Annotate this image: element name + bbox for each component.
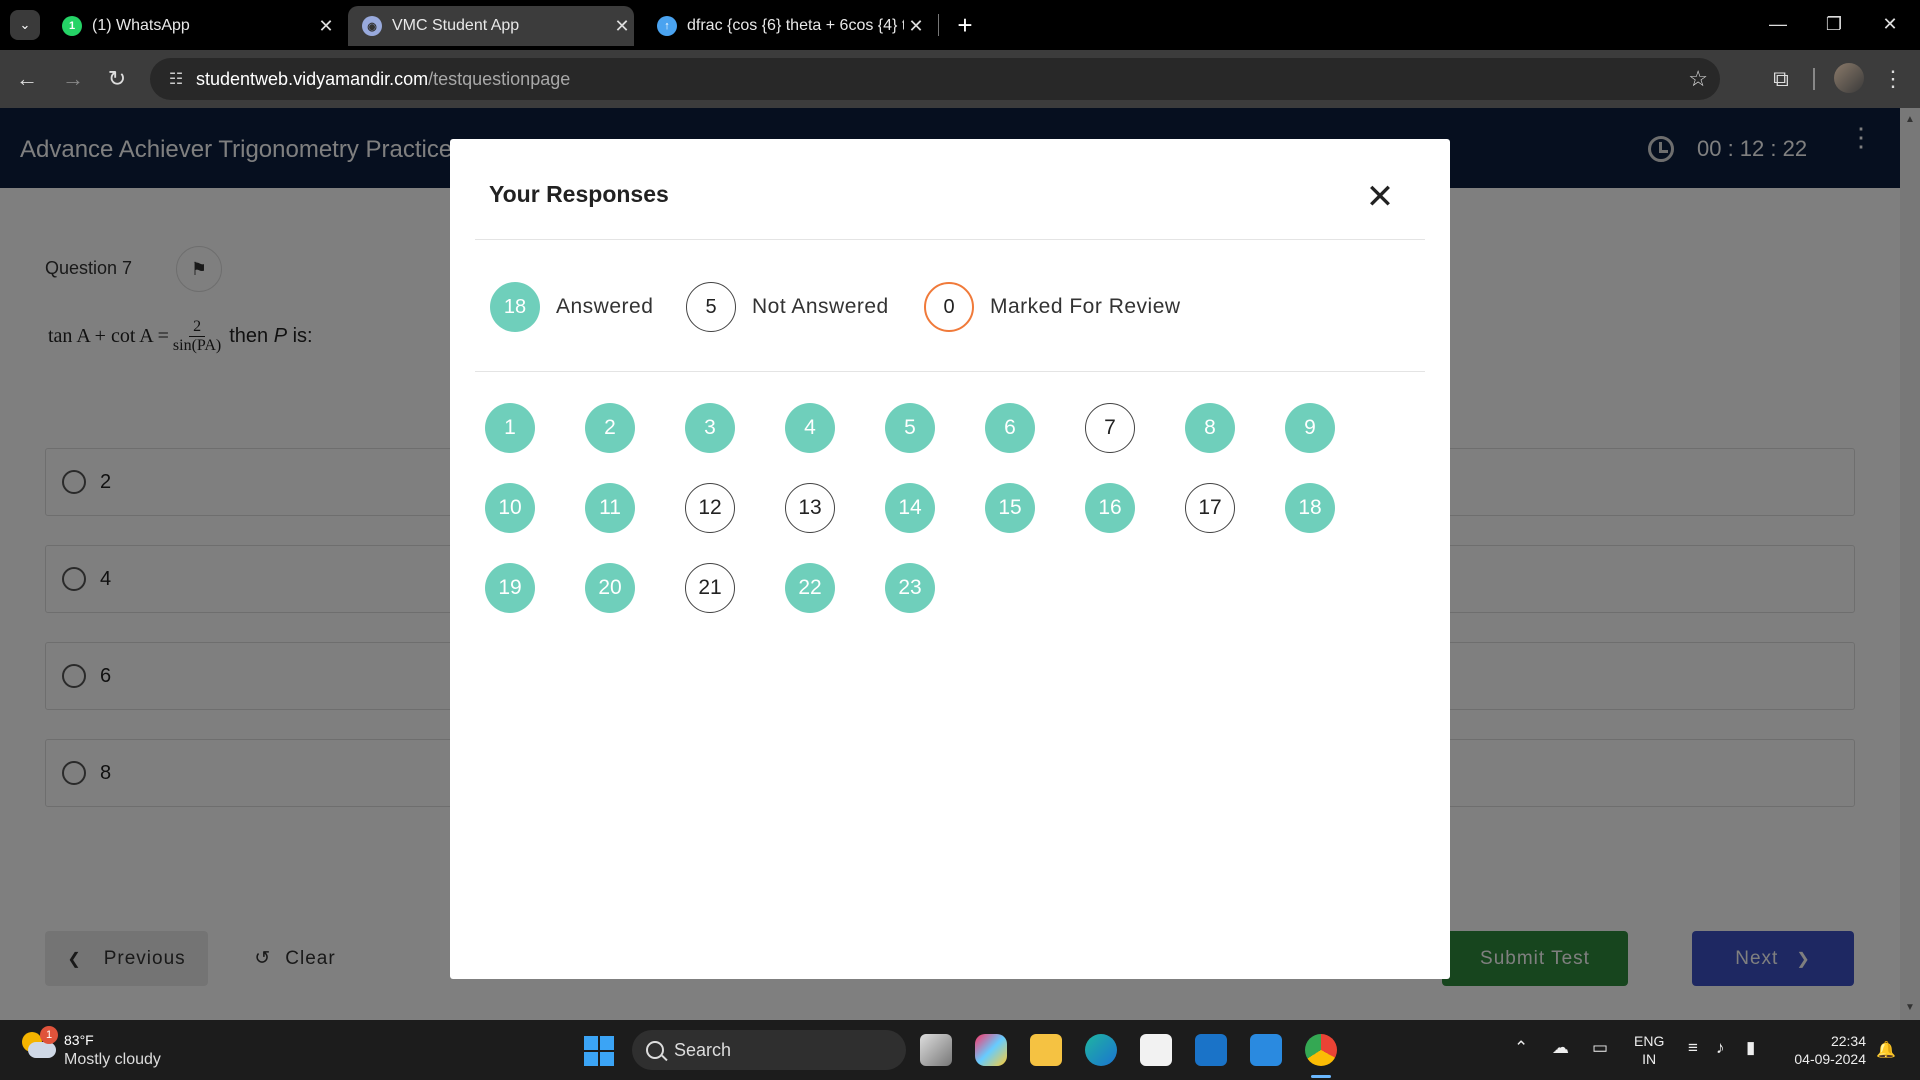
onedrive-icon[interactable]: ☁ (1552, 1038, 1569, 1058)
question-palette-button[interactable]: 16 (1085, 483, 1135, 533)
address-bar[interactable]: ☷ studentweb.vidyamandir.com/testquestio… (150, 58, 1720, 100)
reload-icon[interactable]: ↻ (100, 62, 134, 96)
battery-icon[interactable]: ▮ (1746, 1038, 1755, 1058)
toolbar-divider (1813, 68, 1815, 90)
tab-dfrac[interactable]: ↑ dfrac {cos {6} theta + 6cos {4} th ✕ (643, 6, 928, 46)
tab-title: (1) WhatsApp (92, 17, 190, 34)
modal-title: Your Responses (489, 181, 669, 207)
outlook-icon[interactable] (1195, 1034, 1227, 1066)
chrome-icon[interactable] (1305, 1034, 1337, 1078)
minimize-icon[interactable]: — (1756, 8, 1800, 40)
browser-tab-bar: ⌄ 1 (1) WhatsApp ✕ ◉ VMC Student App ✕ ↑… (0, 0, 1920, 50)
divider (475, 371, 1425, 372)
review-label: Marked For Review (990, 295, 1181, 318)
restore-icon[interactable]: ❐ (1812, 8, 1856, 40)
legend-marked-for-review: 0 Marked For Review (924, 282, 1181, 332)
question-palette-button[interactable]: 22 (785, 563, 835, 613)
question-palette-button[interactable]: 21 (685, 563, 735, 613)
tab-title: dfrac {cos {6} theta + 6cos {4} th (687, 17, 904, 34)
tab-search-button[interactable]: ⌄ (10, 10, 40, 40)
search-icon (646, 1041, 664, 1059)
vmc-icon: ◉ (362, 16, 382, 36)
site-info-icon[interactable]: ☷ (156, 69, 196, 89)
edge-icon[interactable] (1085, 1034, 1117, 1066)
question-palette-button[interactable]: 6 (985, 403, 1035, 453)
bookmark-star-icon[interactable]: ☆ (1688, 66, 1708, 92)
profile-avatar[interactable] (1834, 63, 1864, 93)
divider (475, 239, 1425, 240)
tab-close-icon[interactable]: ✕ (904, 16, 928, 37)
tab-whatsapp[interactable]: 1 (1) WhatsApp ✕ (48, 6, 338, 46)
review-count-badge: 0 (924, 282, 974, 332)
notification-bell-icon[interactable]: 🔔 (1876, 1040, 1896, 1060)
question-palette-button[interactable]: 5 (885, 403, 935, 453)
back-icon[interactable]: ← (10, 62, 44, 96)
question-palette-button[interactable]: 1 (485, 403, 535, 453)
question-palette-button[interactable]: 9 (1285, 403, 1335, 453)
question-palette-button[interactable]: 14 (885, 483, 935, 533)
tab-close-icon[interactable]: ✕ (610, 16, 634, 37)
question-palette-button[interactable]: 11 (585, 483, 635, 533)
question-palette-button[interactable]: 10 (485, 483, 535, 533)
upload-icon: ↑ (657, 16, 677, 36)
question-palette-button[interactable]: 23 (885, 563, 935, 613)
tab-title: VMC Student App (392, 17, 520, 34)
question-palette-button[interactable]: 12 (685, 483, 735, 533)
responses-modal: Your Responses ✕ 18 Answered 5 Not Answe… (450, 139, 1450, 979)
display-icon[interactable]: ▭ (1592, 1038, 1608, 1058)
windows-taskbar: 1 83°F Mostly cloudy Search ⌃ ☁ ▭ ENG IN … (0, 1020, 1920, 1080)
question-palette-button[interactable]: 17 (1185, 483, 1235, 533)
task-view-icon[interactable] (920, 1034, 952, 1066)
language-indicator[interactable]: ENG IN (1634, 1032, 1664, 1068)
browser-toolbar: ← → ↻ ☷ studentweb.vidyamandir.com/testq… (0, 50, 1920, 108)
system-clock[interactable]: 22:34 04-09-2024 (1786, 1032, 1866, 1068)
answered-count-badge: 18 (490, 282, 540, 332)
wifi-icon[interactable]: ≡ (1688, 1038, 1698, 1058)
file-explorer-icon[interactable] (1030, 1034, 1062, 1066)
tab-separator (938, 14, 939, 36)
question-palette-button[interactable]: 7 (1085, 403, 1135, 453)
copilot-icon[interactable] (975, 1034, 1007, 1066)
new-tab-button[interactable]: + (950, 10, 980, 40)
windows-start-icon[interactable] (584, 1036, 614, 1066)
not-answered-count-badge: 5 (686, 282, 736, 332)
tab-close-icon[interactable]: ✕ (314, 16, 338, 37)
question-palette-button[interactable]: 2 (585, 403, 635, 453)
question-palette-button[interactable]: 18 (1285, 483, 1335, 533)
volume-icon[interactable]: ♪ (1716, 1038, 1725, 1058)
url-text: studentweb.vidyamandir.com/testquestionp… (196, 68, 571, 89)
question-palette-button[interactable]: 19 (485, 563, 535, 613)
weather-temperature[interactable]: 83°F (64, 1032, 94, 1048)
question-palette-button[interactable]: 4 (785, 403, 835, 453)
taskbar-search[interactable]: Search (632, 1030, 906, 1070)
close-icon[interactable]: ✕ (1360, 177, 1400, 217)
browser-menu-icon[interactable]: ⋮ (1876, 62, 1910, 96)
question-palette-button[interactable]: 15 (985, 483, 1035, 533)
not-answered-label: Not Answered (752, 295, 889, 318)
store-icon[interactable] (1140, 1034, 1172, 1066)
question-palette-button[interactable]: 20 (585, 563, 635, 613)
legend-not-answered: 5 Not Answered (686, 282, 889, 332)
search-label: Search (674, 1039, 732, 1060)
tab-vmc-student-app[interactable]: ◉ VMC Student App ✕ (348, 6, 634, 46)
question-palette-button[interactable]: 8 (1185, 403, 1235, 453)
question-palette-button[interactable]: 3 (685, 403, 735, 453)
whatsapp-icon: 1 (62, 16, 82, 36)
vscode-icon[interactable] (1250, 1034, 1282, 1066)
weather-description[interactable]: Mostly cloudy (64, 1051, 161, 1069)
answered-label: Answered (556, 295, 654, 318)
forward-icon[interactable]: → (56, 62, 90, 96)
chevron-up-icon[interactable]: ⌃ (1514, 1038, 1528, 1058)
legend-answered: 18 Answered (490, 282, 653, 332)
question-palette-button[interactable]: 13 (785, 483, 835, 533)
extensions-icon[interactable]: ⧉ (1764, 62, 1798, 96)
weather-badge: 1 (40, 1026, 58, 1044)
window-close-icon[interactable]: ✕ (1868, 8, 1912, 40)
